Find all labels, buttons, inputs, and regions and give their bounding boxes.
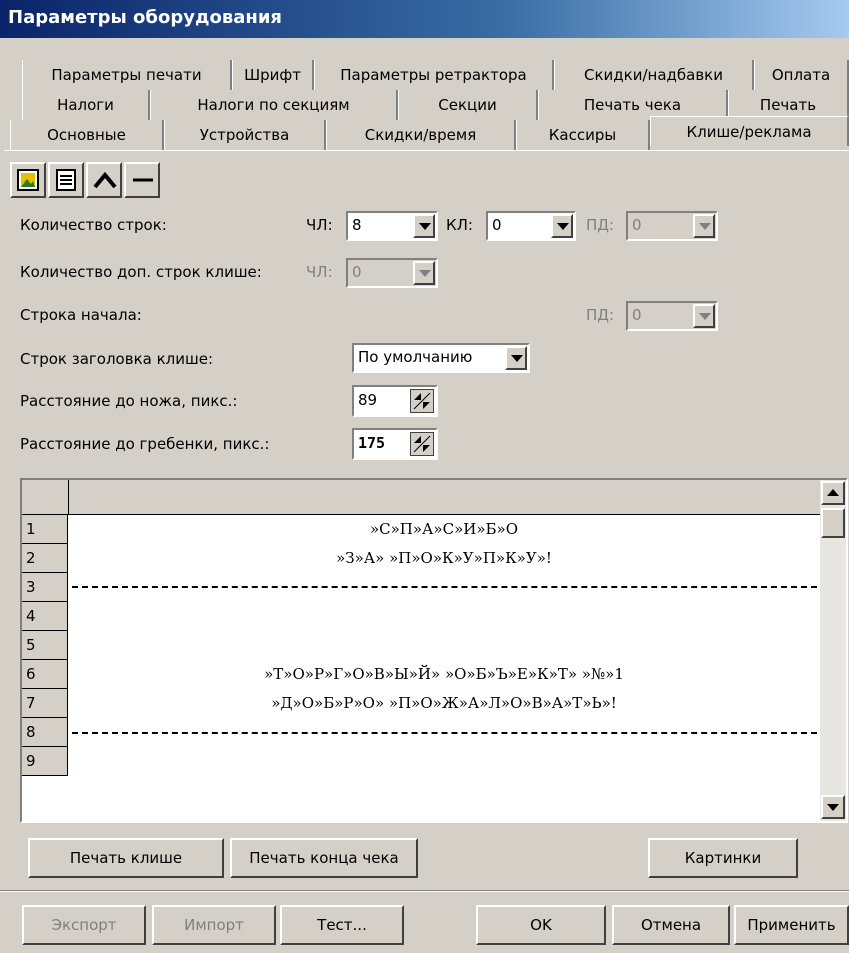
chevron-down-icon[interactable] — [551, 214, 573, 238]
knife-distance-spinner[interactable]: 89 — [352, 385, 438, 417]
print-receipt-end-button[interactable]: Печать конца чека — [230, 838, 418, 878]
scroll-down-button[interactable] — [821, 795, 845, 819]
grid-row-text[interactable]: »З»А» »П»О»К»У»П»К»У»! — [69, 544, 819, 573]
tab-sections[interactable]: Секции — [398, 90, 538, 120]
row-header[interactable]: 1 — [22, 515, 68, 544]
chevron-down-icon[interactable] — [693, 214, 715, 238]
insert-text-button[interactable] — [48, 162, 84, 198]
tab-print-params[interactable]: Параметры печати — [22, 60, 232, 90]
tab-cashiers[interactable]: Кассиры — [516, 120, 650, 150]
row-header[interactable]: 4 — [22, 602, 68, 631]
insert-arc-button[interactable] — [86, 162, 122, 198]
row-header[interactable]: 7 — [22, 689, 68, 718]
arc-icon — [93, 171, 117, 189]
cancel-button[interactable]: Отмена — [612, 905, 730, 945]
header-lines-select[interactable]: По умолчанию — [352, 343, 530, 373]
text-icon — [56, 169, 76, 191]
grid-row-text[interactable]: »Т»О»Р»Г»О»В»Ы»Й» »О»Б»Ъ»Е»К»Т» »№»1 — [69, 660, 819, 689]
tab-discounts-markups[interactable]: Скидки/надбавки — [554, 60, 754, 90]
equipment-settings-window: Параметры оборудования Параметры печати … — [0, 0, 849, 953]
chevron-up-icon — [827, 489, 839, 496]
chevron-down-icon[interactable] — [413, 261, 435, 285]
image-icon — [17, 169, 39, 191]
vertical-scrollbar[interactable] — [820, 480, 846, 821]
tab-retractor-params[interactable]: Параметры ретрактора — [314, 60, 554, 90]
scroll-thumb[interactable] — [821, 508, 845, 538]
divider — [0, 890, 849, 892]
pd-select[interactable]: 0 — [626, 211, 718, 241]
kl-label: КЛ: — [446, 216, 473, 234]
chevron-down-icon — [827, 804, 839, 811]
tab-discounts-time[interactable]: Скидки/время — [326, 120, 516, 150]
row-header[interactable]: 2 — [22, 544, 68, 573]
tab-cliche-advertising[interactable]: Клише/реклама — [650, 116, 849, 146]
grid-row-text[interactable]: »Д»О»Б»Р»О» »П»О»Ж»А»Л»О»В»А»Т»Ь»! — [69, 689, 819, 718]
insert-line-button[interactable] — [124, 162, 160, 198]
tab-font[interactable]: Шрифт — [232, 60, 314, 90]
header-lines-label: Строк заголовка клише: — [20, 350, 213, 368]
tab-taxes[interactable]: Налоги — [22, 90, 150, 120]
chl-select[interactable]: 8 — [346, 211, 438, 241]
pd-label: ПД: — [586, 216, 615, 234]
extra-chl-select[interactable]: 0 — [346, 258, 438, 288]
row-header[interactable]: 3 — [22, 573, 68, 602]
scroll-up-button[interactable] — [821, 481, 845, 505]
comb-distance-label: Расстояние до гребенки, пикс.: — [20, 435, 270, 453]
comb-distance-spinner[interactable]: 175 — [352, 428, 438, 460]
grid-row-text[interactable]: »С»П»А»С»И»Б»О — [69, 515, 819, 544]
insert-image-button[interactable] — [10, 162, 46, 198]
chl-label: ЧЛ: — [306, 216, 333, 234]
spinner-arrows-icon[interactable] — [410, 389, 434, 413]
pictures-button[interactable]: Картинки — [648, 838, 798, 878]
apply-button[interactable]: Применить — [734, 905, 849, 945]
knife-distance-label: Расстояние до ножа, пикс.: — [20, 392, 238, 410]
tab-devices[interactable]: Устройства — [164, 120, 326, 150]
export-button[interactable]: Экспорт — [22, 905, 146, 945]
extra-lines-label: Количество доп. строк клише: — [20, 263, 262, 281]
spinner-arrows-icon[interactable] — [410, 432, 434, 456]
grid-header — [22, 480, 822, 515]
start-pd-select[interactable]: 0 — [626, 301, 718, 331]
line-icon — [133, 178, 153, 182]
extra-chl-label: ЧЛ: — [306, 263, 333, 281]
tab-payment[interactable]: Оплата — [754, 60, 849, 90]
dashed-separator — [72, 586, 817, 588]
row-header[interactable]: 6 — [22, 660, 68, 689]
chevron-down-icon[interactable] — [413, 214, 435, 238]
import-button[interactable]: Импорт — [152, 905, 276, 945]
cliche-grid[interactable]: 1 »С»П»А»С»И»Б»О 2 »З»А» »П»О»К»У»П»К»У»… — [20, 478, 848, 823]
test-button[interactable]: Тест... — [280, 905, 404, 945]
ok-button[interactable]: OK — [476, 905, 606, 945]
window-title: Параметры оборудования — [8, 7, 282, 28]
start-pd-label: ПД: — [586, 306, 615, 324]
kl-select[interactable]: 0 — [486, 211, 576, 241]
dashed-separator — [72, 732, 817, 734]
start-line-label: Строка начала: — [20, 306, 142, 324]
grid-corner — [22, 480, 69, 514]
row-header[interactable]: 5 — [22, 631, 68, 660]
row-header[interactable]: 8 — [22, 718, 68, 747]
row-header[interactable]: 9 — [22, 747, 68, 776]
chevron-down-icon[interactable] — [693, 304, 715, 328]
tab-main[interactable]: Основные — [10, 120, 164, 150]
tab-taxes-by-section[interactable]: Налоги по секциям — [150, 90, 398, 120]
line-count-label: Количество строк: — [20, 216, 167, 234]
chevron-down-icon[interactable] — [505, 346, 527, 370]
print-cliche-button[interactable]: Печать клише — [28, 838, 224, 878]
title-bar: Параметры оборудования — [0, 0, 849, 38]
